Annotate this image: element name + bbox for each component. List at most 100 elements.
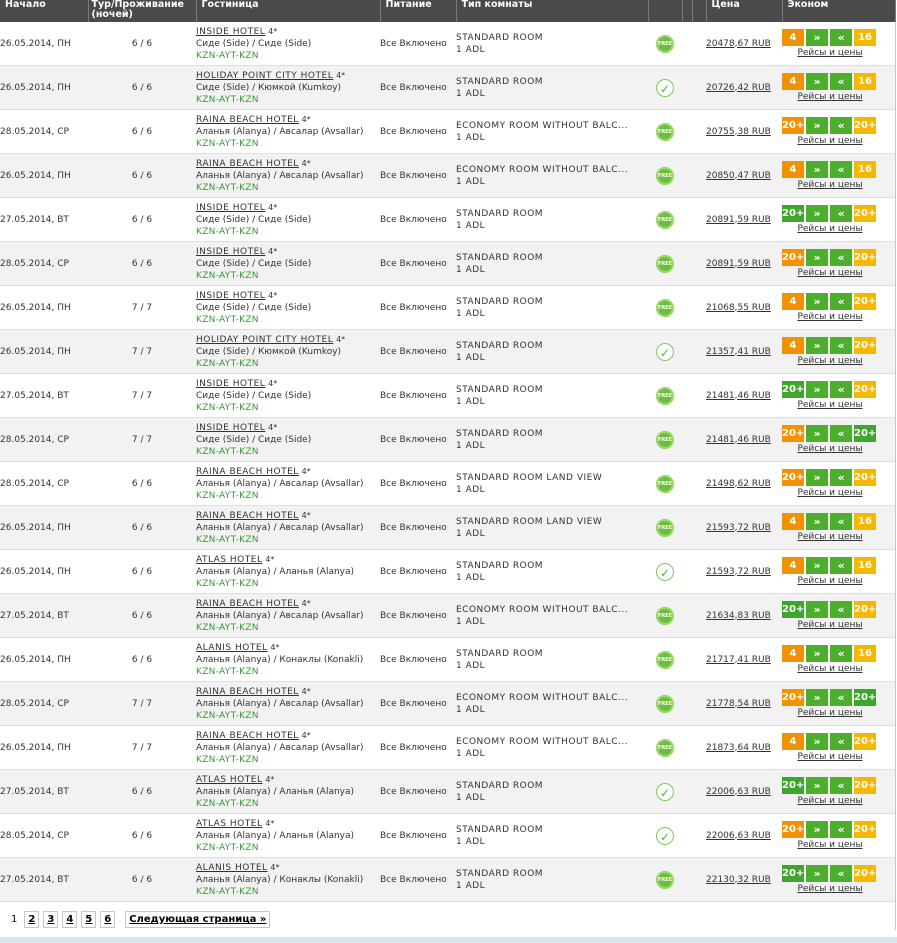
forward-arrow-icon[interactable]: » — [806, 381, 828, 398]
hotel-name-link[interactable]: INSIDE HOTEL — [196, 247, 265, 257]
forward-arrow-icon[interactable]: » — [806, 689, 828, 706]
flights-and-prices-link[interactable]: Рейсы и цены — [782, 356, 878, 366]
price-link[interactable]: 21634,83 RUB — [706, 611, 771, 621]
flights-and-prices-link[interactable]: Рейсы и цены — [782, 708, 878, 718]
back-arrow-icon[interactable]: « — [830, 469, 852, 486]
back-arrow-icon[interactable]: « — [830, 161, 852, 178]
outbound-seats-badge[interactable]: 20+ — [782, 821, 804, 838]
return-seats-badge[interactable]: 16 — [854, 645, 876, 662]
flights-and-prices-link[interactable]: Рейсы и цены — [782, 136, 878, 146]
page-link-2[interactable]: 2 — [24, 911, 40, 928]
price-link[interactable]: 21357,41 RUB — [706, 347, 771, 357]
price-link[interactable]: 20755,38 RUB — [706, 127, 771, 137]
forward-arrow-icon[interactable]: » — [806, 777, 828, 794]
hotel-name-link[interactable]: RAINA BEACH HOTEL — [196, 159, 299, 169]
hotel-name-link[interactable]: INSIDE HOTEL — [196, 27, 265, 37]
price-link[interactable]: 21068,55 RUB — [706, 303, 771, 313]
outbound-seats-badge[interactable]: 4 — [782, 161, 804, 178]
header-board[interactable]: Питание — [380, 0, 457, 22]
hotel-name-link[interactable]: INSIDE HOTEL — [196, 379, 265, 389]
back-arrow-icon[interactable]: « — [830, 337, 852, 354]
forward-arrow-icon[interactable]: » — [806, 29, 828, 46]
page-link-4[interactable]: 4 — [62, 911, 78, 928]
back-arrow-icon[interactable]: « — [830, 645, 852, 662]
outbound-seats-badge[interactable]: 20+ — [782, 865, 804, 882]
outbound-seats-badge[interactable]: 20+ — [782, 117, 804, 134]
forward-arrow-icon[interactable]: » — [806, 601, 828, 618]
back-arrow-icon[interactable]: « — [830, 821, 852, 838]
back-arrow-icon[interactable]: « — [830, 73, 852, 90]
return-seats-badge[interactable]: 20+ — [854, 337, 876, 354]
forward-arrow-icon[interactable]: » — [806, 645, 828, 662]
header-start[interactable]: Начало — [0, 0, 89, 22]
return-seats-badge[interactable]: 20+ — [854, 249, 876, 266]
price-link[interactable]: 22130,32 RUB — [706, 875, 771, 885]
forward-arrow-icon[interactable]: » — [806, 293, 828, 310]
header-nights[interactable]: Тур/Проживание (ночей) — [88, 0, 197, 22]
forward-arrow-icon[interactable]: » — [806, 469, 828, 486]
outbound-seats-badge[interactable]: 4 — [782, 733, 804, 750]
hotel-name-link[interactable]: RAINA BEACH HOTEL — [196, 511, 299, 521]
hotel-name-link[interactable]: RAINA BEACH HOTEL — [196, 687, 299, 697]
flights-and-prices-link[interactable]: Рейсы и цены — [782, 268, 878, 278]
outbound-seats-badge[interactable]: 4 — [782, 513, 804, 530]
header-hotel[interactable]: Гостиница — [196, 0, 381, 22]
outbound-seats-badge[interactable]: 20+ — [782, 777, 804, 794]
back-arrow-icon[interactable]: « — [830, 601, 852, 618]
flights-and-prices-link[interactable]: Рейсы и цены — [782, 840, 878, 850]
return-seats-badge[interactable]: 20+ — [854, 381, 876, 398]
flights-and-prices-link[interactable]: Рейсы и цены — [782, 884, 878, 894]
outbound-seats-badge[interactable]: 4 — [782, 337, 804, 354]
back-arrow-icon[interactable]: « — [830, 865, 852, 882]
return-seats-badge[interactable]: 16 — [854, 557, 876, 574]
outbound-seats-badge[interactable]: 4 — [782, 557, 804, 574]
forward-arrow-icon[interactable]: » — [806, 117, 828, 134]
back-arrow-icon[interactable]: « — [830, 381, 852, 398]
back-arrow-icon[interactable]: « — [830, 425, 852, 442]
next-page-link[interactable]: Следующая страница » — [125, 911, 271, 928]
price-link[interactable]: 20478,67 RUB — [706, 39, 771, 49]
flights-and-prices-link[interactable]: Рейсы и цены — [782, 444, 878, 454]
outbound-seats-badge[interactable]: 20+ — [782, 249, 804, 266]
back-arrow-icon[interactable]: « — [830, 777, 852, 794]
return-seats-badge[interactable]: 16 — [854, 73, 876, 90]
hotel-name-link[interactable]: INSIDE HOTEL — [196, 203, 265, 213]
flights-and-prices-link[interactable]: Рейсы и цены — [782, 180, 878, 190]
outbound-seats-badge[interactable]: 20+ — [782, 425, 804, 442]
back-arrow-icon[interactable]: « — [830, 293, 852, 310]
forward-arrow-icon[interactable]: » — [806, 821, 828, 838]
return-seats-badge[interactable]: 20+ — [854, 689, 876, 706]
forward-arrow-icon[interactable]: » — [806, 425, 828, 442]
flights-and-prices-link[interactable]: Рейсы и цены — [782, 620, 878, 630]
price-link[interactable]: 22006,63 RUB — [706, 787, 771, 797]
hotel-name-link[interactable]: HOLIDAY POINT CITY HOTEL — [196, 335, 333, 345]
header-room[interactable]: Тип комнаты — [456, 0, 649, 22]
hotel-name-link[interactable]: HOLIDAY POINT CITY HOTEL — [196, 71, 333, 81]
forward-arrow-icon[interactable]: » — [806, 865, 828, 882]
flights-and-prices-link[interactable]: Рейсы и цены — [782, 48, 878, 58]
return-seats-badge[interactable]: 20+ — [854, 117, 876, 134]
outbound-seats-badge[interactable]: 20+ — [782, 205, 804, 222]
return-seats-badge[interactable]: 16 — [854, 513, 876, 530]
price-link[interactable]: 22006,63 RUB — [706, 831, 771, 841]
forward-arrow-icon[interactable]: » — [806, 205, 828, 222]
forward-arrow-icon[interactable]: » — [806, 161, 828, 178]
price-link[interactable]: 20891,59 RUB — [706, 259, 771, 269]
return-seats-badge[interactable]: 20+ — [854, 821, 876, 838]
forward-arrow-icon[interactable]: » — [806, 557, 828, 574]
page-link-5[interactable]: 5 — [81, 911, 97, 928]
hotel-name-link[interactable]: ALANIS HOTEL — [196, 863, 268, 873]
forward-arrow-icon[interactable]: » — [806, 733, 828, 750]
outbound-seats-badge[interactable]: 4 — [782, 645, 804, 662]
forward-arrow-icon[interactable]: » — [806, 513, 828, 530]
forward-arrow-icon[interactable]: » — [806, 249, 828, 266]
price-link[interactable]: 21498,62 RUB — [706, 479, 771, 489]
return-seats-badge[interactable]: 20+ — [854, 469, 876, 486]
price-link[interactable]: 21717,41 RUB — [706, 655, 771, 665]
forward-arrow-icon[interactable]: » — [806, 73, 828, 90]
flights-and-prices-link[interactable]: Рейсы и цены — [782, 664, 878, 674]
price-link[interactable]: 21481,46 RUB — [706, 391, 771, 401]
flights-and-prices-link[interactable]: Рейсы и цены — [782, 400, 878, 410]
outbound-seats-badge[interactable]: 4 — [782, 293, 804, 310]
hotel-name-link[interactable]: ATLAS HOTEL — [196, 775, 262, 785]
